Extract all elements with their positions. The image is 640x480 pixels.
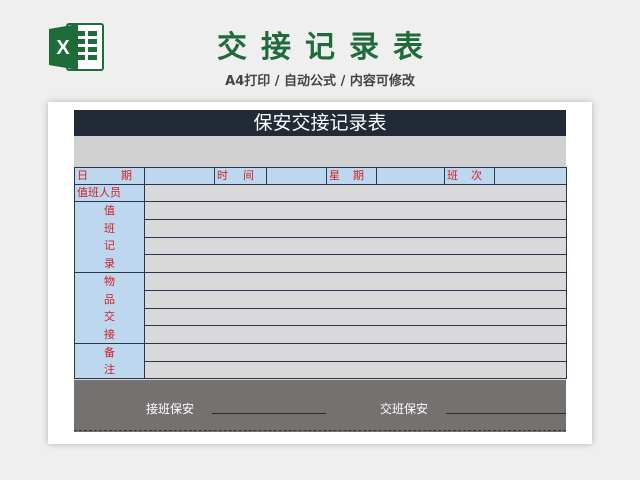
table-row: [75, 325, 567, 344]
table-row: 物 品 交 接: [74, 272, 567, 344]
remarks-label-char: 备: [104, 346, 115, 359]
form-title: 保安交接记录表: [74, 110, 566, 136]
shift-label-char: 班: [447, 169, 458, 182]
items-handover-label-char: 交: [104, 310, 115, 324]
weekday-label-char: 期: [353, 169, 364, 182]
shift-label-char: 次: [471, 169, 482, 182]
duty-record-line[interactable]: [144, 201, 567, 220]
page-break-line: [74, 430, 566, 431]
remarks-line[interactable]: [144, 360, 567, 379]
weekday-label-cell: 星期: [326, 167, 377, 185]
weekday-value-cell[interactable]: [376, 167, 445, 185]
duty-record-label-char: 班: [104, 221, 115, 235]
time-value-cell[interactable]: [266, 167, 327, 185]
duty-record-label-cell: 值 班 记 录: [74, 201, 145, 273]
items-handover-label-char: 接: [104, 327, 115, 341]
items-handover-label-cell: 物 品 交 接: [74, 272, 145, 344]
table-row: [75, 360, 567, 379]
staff-value-cell[interactable]: [144, 184, 567, 202]
remarks-label-char: 注: [104, 363, 115, 376]
date-label-char: 期: [121, 169, 132, 182]
time-label-char: 时: [217, 169, 228, 182]
blank-row: [74, 136, 566, 167]
duty-record-line[interactable]: [144, 236, 567, 256]
table-row: [75, 218, 567, 238]
items-handover-label-char: 物: [104, 275, 115, 289]
remarks-line[interactable]: [144, 343, 567, 362]
duty-record-line[interactable]: [144, 218, 567, 238]
header-row: 日期 时间 星期 班次: [74, 167, 567, 185]
handover-signature-line[interactable]: [446, 413, 566, 414]
duty-record-label-char: 记: [104, 239, 115, 253]
date-value-cell[interactable]: [144, 167, 215, 185]
table-row: [75, 289, 567, 309]
banner: X 交接记录表 A4打印 / 自动公式 / 内容可修改: [0, 0, 640, 100]
receiver-label: 接班保安: [146, 402, 195, 416]
items-handover-line[interactable]: [144, 307, 567, 327]
duty-record-label-char: 值: [104, 204, 115, 218]
remarks-label-cell: 备 注: [74, 343, 145, 379]
staff-label: 值班人员: [77, 186, 121, 199]
duty-record-line[interactable]: [144, 254, 567, 273]
table-row: 备 注: [74, 343, 567, 379]
handover-label: 交班保安: [380, 402, 429, 416]
spreadsheet-form: 保安交接记录表 日期 时间 星期 班次 值班人员 值 班 记 录 物 品 交 接…: [74, 110, 567, 432]
page-subtitle: A4打印 / 自动公式 / 内容可修改: [225, 74, 415, 89]
items-handover-line[interactable]: [144, 272, 567, 291]
signature-footer: 接班保安 交班保安: [74, 380, 566, 432]
duty-record-label-char: 录: [104, 256, 115, 270]
staff-row: 值班人员: [74, 184, 567, 202]
table-row: [75, 307, 567, 327]
table-row: [75, 254, 567, 273]
shift-value-cell[interactable]: [494, 167, 567, 185]
page-title: 交接记录表: [217, 30, 437, 65]
date-label-cell: 日期: [74, 167, 145, 185]
time-label-char: 间: [243, 169, 254, 182]
time-label-cell: 时间: [214, 167, 267, 185]
shift-label-cell: 班次: [444, 167, 495, 185]
weekday-label-char: 星: [329, 169, 340, 182]
staff-label-cell: 值班人员: [74, 184, 145, 202]
table-row: [75, 236, 567, 256]
items-handover-label-char: 品: [104, 292, 115, 306]
items-handover-line[interactable]: [144, 325, 567, 344]
form-grid: 日期 时间 星期 班次 值班人员 值 班 记 录 物 品 交 接 备 注: [74, 167, 567, 379]
date-label-char: 日: [77, 169, 88, 182]
table-row: 值 班 记 录: [74, 201, 567, 273]
receiver-signature-line[interactable]: [212, 413, 326, 414]
paper-preview: 保安交接记录表 日期 时间 星期 班次 值班人员 值 班 记 录 物 品 交 接…: [48, 102, 592, 444]
items-handover-line[interactable]: [144, 289, 567, 309]
